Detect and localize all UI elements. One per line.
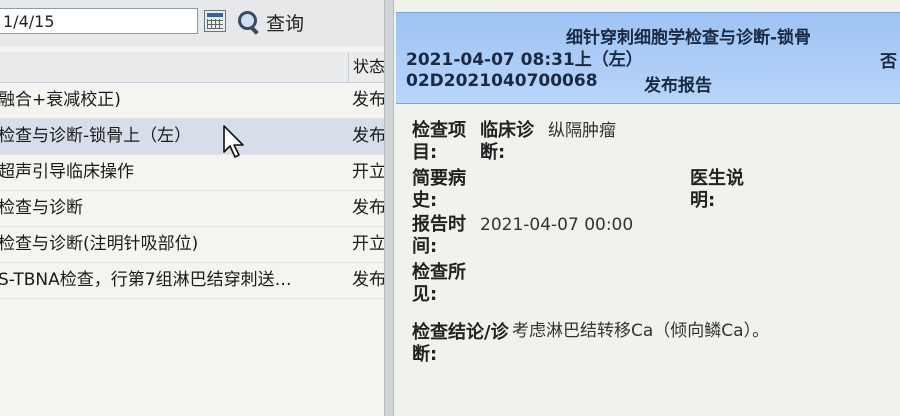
clinical-diagnosis-label: 临床诊断: (480, 120, 534, 163)
findings-label: 检查所见: (412, 262, 466, 305)
search-icon (236, 10, 260, 35)
doctor-note-label: 医生说明: (690, 168, 744, 211)
report-pane: 细针穿刺细胞学检查与诊断-锁骨 2021-04-07 08:31上（左） 否 0… (394, 0, 900, 416)
exam-name: 融合+衰减校正) (0, 90, 121, 110)
table-row[interactable]: 检查与诊断(注明针吸部位) 开立 (0, 227, 384, 263)
report-time-label: 报告时间: (412, 214, 466, 257)
date-input[interactable]: 1/4/15 (0, 8, 198, 34)
table-row[interactable]: S-TBNA检查，行第7组淋巴结穿刺送… 发布 (0, 263, 384, 299)
search-button-label: 查询 (266, 12, 305, 35)
left-pane: 1/4/15 查询 状态 融合+衰减校正) 发布 检查与诊断-锁骨上（左） 发布… (0, 0, 384, 416)
exam-name: 检查与诊断(注明针吸部位) (0, 234, 199, 254)
exam-item-label: 检查项目: (412, 120, 466, 163)
exam-status: 开立 (352, 162, 384, 182)
exam-name: 超声引导临床操作 (0, 162, 134, 182)
report-header-trailing: 否 (880, 52, 897, 72)
report-datetime: 2021-04-07 08:31上（左） (406, 50, 643, 70)
exam-status: 发布 (352, 198, 384, 218)
exam-list: 状态 融合+衰减校正) 发布 检查与诊断-锁骨上（左） 发布 超声引导临床操作 … (0, 52, 384, 299)
status-column-header[interactable]: 状态 (348, 52, 384, 82)
exam-name: S-TBNA检查，行第7组淋巴结穿刺送… (0, 270, 292, 290)
exam-status: 发布 (352, 126, 384, 146)
report-header: 细针穿刺细胞学检查与诊断-锁骨 2021-04-07 08:31上（左） 否 0… (396, 12, 900, 104)
report-time-value: 2021-04-07 00:00 (480, 215, 634, 235)
table-row[interactable]: 检查与诊断-锁骨上（左） 发布 (0, 119, 384, 155)
pane-splitter[interactable] (384, 0, 394, 416)
exam-status: 发布 (352, 270, 384, 290)
query-toolbar: 1/4/15 查询 (0, 0, 384, 46)
report-id: 02D2021040700068 (406, 71, 598, 91)
exam-name: 检查与诊断-锁骨上（左） (0, 126, 192, 146)
conclusion-label: 检查结论/诊断: (412, 322, 509, 365)
table-row[interactable]: 融合+衰减校正) 发布 (0, 83, 384, 119)
brief-history-label: 简要病史: (412, 168, 466, 211)
mouse-pointer-icon (223, 125, 244, 158)
calendar-icon[interactable] (204, 10, 226, 32)
search-button[interactable]: 查询 (236, 8, 304, 36)
table-row[interactable]: 检查与诊断 发布 (0, 191, 384, 227)
exam-status: 开立 (352, 234, 384, 254)
conclusion-value: 考虑淋巴结转移Ca（倾向鳞Ca）。 (512, 321, 770, 341)
list-header: 状态 (0, 52, 384, 83)
report-status: 发布报告 (644, 76, 712, 96)
table-row[interactable]: 超声引导临床操作 开立 (0, 155, 384, 191)
clinical-diagnosis-value: 纵隔肿瘤 (548, 121, 616, 141)
exam-status: 发布 (352, 90, 384, 110)
exam-name: 检查与诊断 (0, 198, 83, 218)
